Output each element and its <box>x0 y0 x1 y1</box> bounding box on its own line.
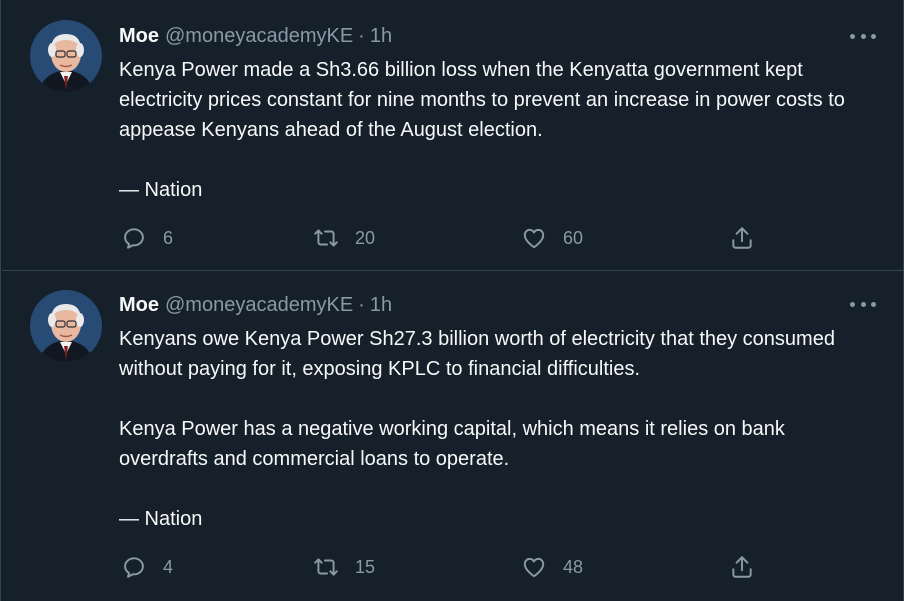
retweet-count: 20 <box>355 227 376 248</box>
share-button[interactable] <box>729 552 755 582</box>
retweet-icon <box>314 229 338 247</box>
tweet-actions: 6 20 60 <box>119 223 769 253</box>
tweet-paragraph: — Nation <box>119 179 203 201</box>
author-name[interactable]: Moe <box>119 294 159 317</box>
tweet[interactable]: Moe @moneyacademyKE · 1h Kenyans owe Ken… <box>2 271 904 601</box>
author-handle[interactable]: @moneyacademyKE <box>165 294 353 317</box>
share-button[interactable] <box>729 223 755 253</box>
like-count: 60 <box>563 227 584 248</box>
tweet-header: Moe @moneyacademyKE · 1h <box>119 291 392 319</box>
heart-icon <box>523 557 545 578</box>
tweet-paragraph: Kenyans owe Kenya Power Sh27.3 billion w… <box>119 328 835 380</box>
share-icon <box>732 227 752 249</box>
tweet[interactable]: Moe @moneyacademyKE · 1h Kenya Power mad… <box>2 0 904 271</box>
reply-icon <box>124 228 144 249</box>
heart-icon <box>523 228 545 249</box>
more-horizontal-icon[interactable] <box>850 28 876 44</box>
reply-count: 4 <box>163 556 174 577</box>
share-icon <box>732 556 752 578</box>
timestamp[interactable]: 1h <box>370 294 392 317</box>
retweet-button[interactable]: 20 <box>313 223 375 253</box>
avatar[interactable] <box>30 290 102 362</box>
like-count: 48 <box>563 556 584 577</box>
retweet-button[interactable]: 15 <box>313 552 375 582</box>
retweet-icon <box>314 558 338 576</box>
tweet-paragraph: Kenya Power has a negative working capit… <box>119 418 785 470</box>
timestamp[interactable]: 1h <box>370 25 392 48</box>
reply-button[interactable]: 4 <box>121 552 173 582</box>
tweet-text: Kenyans owe Kenya Power Sh27.3 billion w… <box>119 324 879 534</box>
separator: · <box>358 293 365 316</box>
reply-icon <box>124 557 144 578</box>
avatar[interactable] <box>30 20 102 92</box>
author-handle[interactable]: @moneyacademyKE <box>165 25 353 48</box>
tweet-header: Moe @moneyacademyKE · 1h <box>119 22 392 50</box>
reply-button[interactable]: 6 <box>121 223 173 253</box>
retweet-count: 15 <box>355 556 376 577</box>
reply-count: 6 <box>163 227 174 248</box>
separator: · <box>358 24 365 47</box>
more-horizontal-icon[interactable] <box>850 296 876 312</box>
tweet-paragraph: Kenya Power made a Sh3.66 billion loss w… <box>119 59 845 141</box>
like-button[interactable]: 48 <box>521 552 583 582</box>
tweet-actions: 4 15 48 <box>119 552 769 582</box>
tweet-paragraph: — Nation <box>119 508 203 530</box>
author-name[interactable]: Moe <box>119 25 159 48</box>
like-button[interactable]: 60 <box>521 223 583 253</box>
timeline: Moe @moneyacademyKE · 1h Kenya Power mad… <box>0 0 904 601</box>
tweet-text: Kenya Power made a Sh3.66 billion loss w… <box>119 55 879 205</box>
